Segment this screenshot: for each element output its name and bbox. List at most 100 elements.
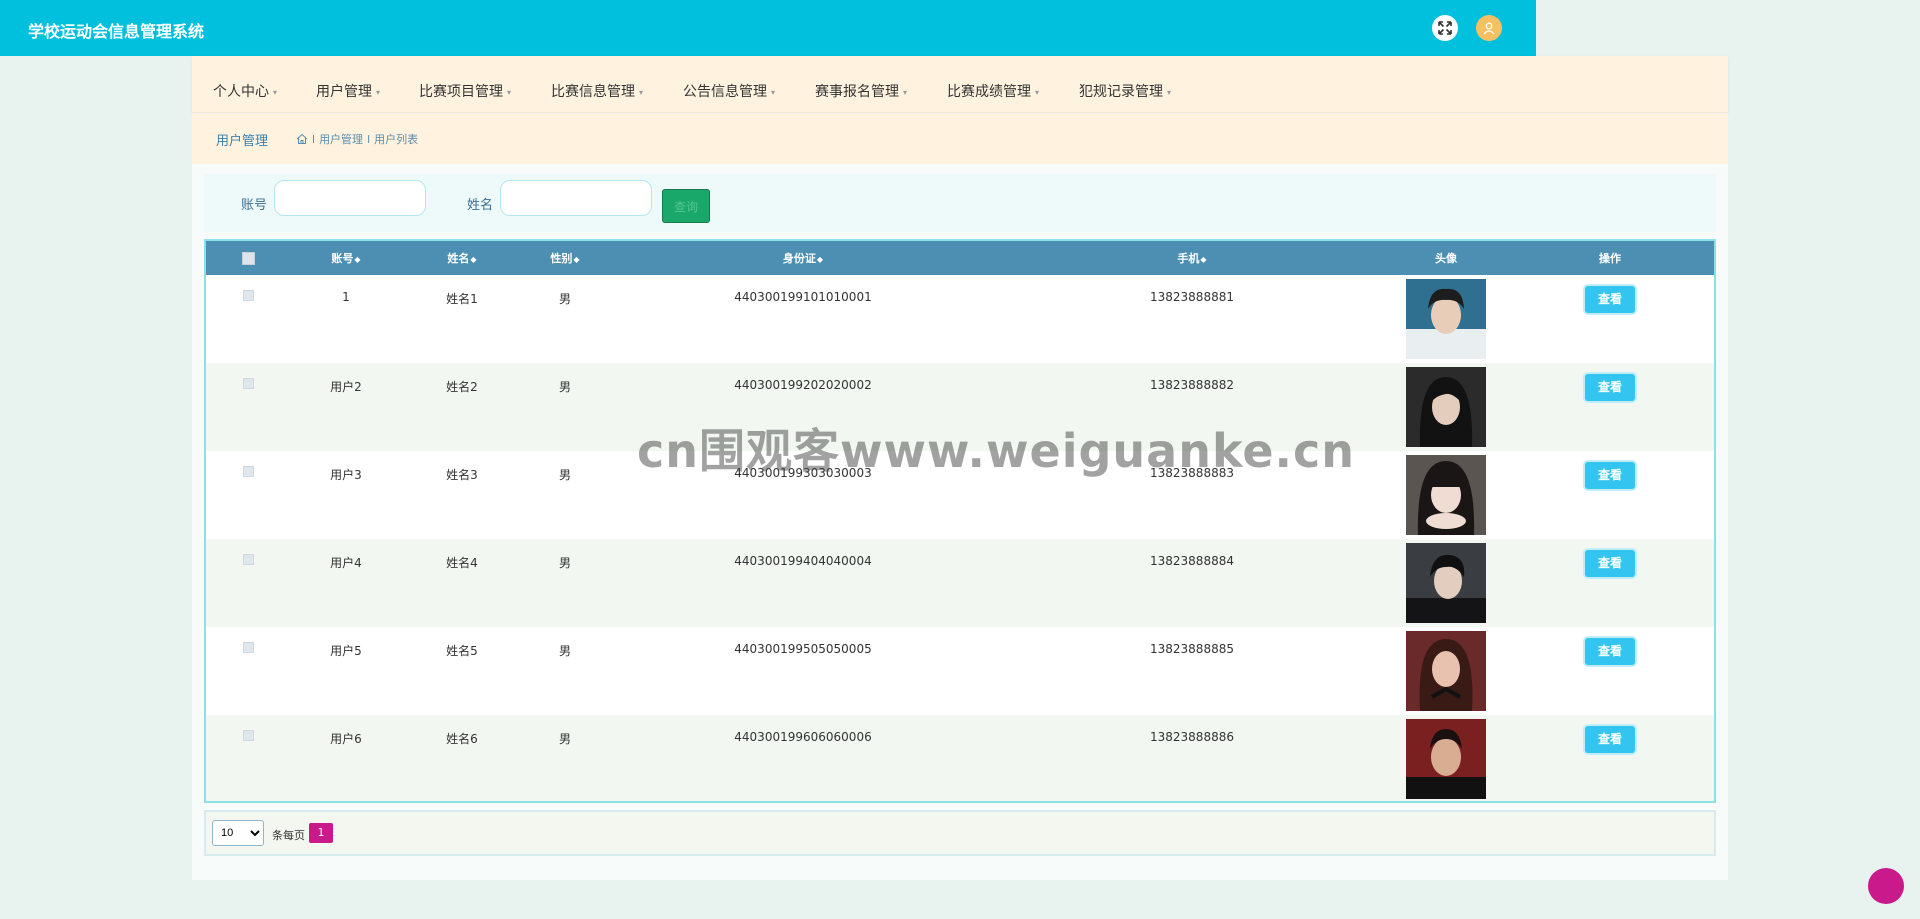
sort-icon: ◆ (354, 255, 361, 264)
cell-account: 用户6 (330, 732, 362, 746)
header-label: 性别 (550, 252, 573, 265)
caret-down-icon: ▾ (771, 87, 776, 97)
table-row: 用户4 姓名4 男 440300199404040004 13823888884… (206, 539, 1714, 627)
header-gender[interactable]: 性别◆ (522, 241, 608, 275)
table-row: 用户6 姓名6 男 440300199606060006 13823888886… (206, 715, 1714, 801)
search-bar: 账号 姓名 查询 (204, 174, 1716, 232)
header-label: 账号 (331, 252, 354, 265)
account-label: 账号 (241, 198, 268, 213)
app-title: 学校运动会信息管理系统 (28, 22, 205, 41)
cell-gender: 男 (558, 732, 571, 746)
search-button[interactable]: 查询 (662, 189, 710, 223)
view-button[interactable]: 查看 (1585, 638, 1635, 665)
nav-item-personal-center[interactable]: 个人中心 ▾ (213, 81, 277, 101)
caret-down-icon: ▾ (903, 87, 908, 97)
user-avatar-image (1406, 543, 1486, 623)
fullscreen-icon (1438, 21, 1452, 35)
cell-gender: 男 (558, 468, 571, 482)
caret-down-icon: ▾ (1167, 87, 1172, 97)
top-bar: 学校运动会信息管理系统 (0, 0, 1536, 56)
cell-gender: 男 (558, 644, 571, 658)
cell-gender: 男 (558, 556, 571, 570)
breadcrumb-bar: 用户管理 l 用户管理 l 用户列表 (192, 114, 1728, 164)
view-button[interactable]: 查看 (1585, 374, 1635, 401)
cell-name: 姓名6 (446, 732, 478, 746)
sort-icon: ◆ (470, 255, 477, 264)
home-icon[interactable] (296, 133, 308, 145)
user-avatar-image (1406, 279, 1486, 359)
nav-label: 赛事报名管理 (815, 84, 899, 100)
breadcrumb-separator: l (367, 132, 371, 146)
row-checkbox[interactable] (242, 554, 254, 565)
nav-item-user-management[interactable]: 用户管理 ▾ (316, 81, 380, 101)
user-avatar-image (1406, 719, 1486, 799)
nav-item-registration-management[interactable]: 赛事报名管理 ▾ (815, 81, 907, 101)
header-id-card[interactable]: 身份证◆ (608, 241, 998, 275)
cell-name: 姓名5 (446, 644, 478, 658)
view-button[interactable]: 查看 (1585, 462, 1635, 489)
cell-gender: 男 (558, 292, 571, 306)
header-name[interactable]: 姓名◆ (402, 241, 522, 275)
cell-id-card: 440300199404040004 (734, 554, 872, 568)
page-size-select[interactable]: 10 (212, 820, 264, 846)
breadcrumb: l 用户管理 l 用户列表 (296, 131, 418, 147)
cell-id-card: 440300199101010001 (734, 290, 872, 304)
header-select-all (206, 241, 290, 275)
cell-phone: 13823888885 (1150, 642, 1234, 656)
nav-item-notice-management[interactable]: 公告信息管理 ▾ (683, 81, 775, 101)
nav-item-match-info-management[interactable]: 比赛信息管理 ▾ (551, 81, 643, 101)
header-label: 身份证 (782, 252, 816, 265)
cell-phone: 13823888881 (1150, 290, 1234, 304)
row-checkbox[interactable] (242, 642, 254, 653)
cell-id-card: 440300199505050005 (734, 642, 872, 656)
header-account[interactable]: 账号◆ (290, 241, 402, 275)
header-action: 操作 (1599, 252, 1621, 265)
caret-down-icon: ▾ (376, 87, 381, 97)
cell-account: 用户2 (330, 380, 362, 394)
cell-account: 1 (342, 290, 350, 304)
user-icon (1483, 22, 1495, 35)
select-all-checkbox[interactable] (241, 251, 255, 265)
header-phone[interactable]: 手机◆ (998, 241, 1386, 275)
main-nav: 个人中心 ▾ 用户管理 ▾ 比赛项目管理 ▾ 比赛信息管理 ▾ 公告信息管理 ▾ 赛事报名… (192, 56, 1728, 113)
user-avatar-button[interactable] (1476, 15, 1502, 41)
nav-item-event-project-management[interactable]: 比赛项目管理 ▾ (419, 81, 511, 101)
cell-phone: 13823888884 (1150, 554, 1234, 568)
row-checkbox[interactable] (242, 290, 254, 301)
header-label: 手机 (1177, 252, 1200, 265)
nav-label: 用户管理 (316, 84, 372, 100)
sort-icon: ◆ (573, 255, 580, 264)
view-button[interactable]: 查看 (1585, 550, 1635, 577)
cell-account: 用户3 (330, 468, 362, 482)
breadcrumb-item: 用户列表 (374, 133, 419, 146)
row-checkbox[interactable] (242, 378, 254, 389)
nav-label: 公告信息管理 (683, 84, 767, 100)
caret-down-icon: ▾ (507, 87, 512, 97)
cell-name: 姓名2 (446, 380, 478, 394)
row-checkbox[interactable] (242, 466, 254, 477)
user-avatar-image (1406, 367, 1486, 447)
nav-label: 比赛信息管理 (551, 84, 635, 100)
cell-id-card: 440300199606060006 (734, 730, 872, 744)
user-table: 账号◆ 姓名◆ 性别◆ 身份证◆ 手机◆ 头像 操作 1 姓名1 男 44030… (204, 239, 1716, 803)
nav-label: 犯规记录管理 (1079, 84, 1163, 100)
account-input[interactable] (274, 180, 426, 216)
breadcrumb-separator: l (312, 132, 316, 146)
sort-icon: ◆ (816, 255, 824, 264)
floating-action-button[interactable] (1868, 868, 1904, 904)
breadcrumb-item[interactable]: 用户管理 (319, 131, 363, 147)
cell-name: 姓名4 (446, 556, 478, 570)
nav-label: 比赛成绩管理 (947, 84, 1031, 100)
row-checkbox[interactable] (242, 730, 254, 741)
view-button[interactable]: 查看 (1585, 286, 1635, 313)
nav-item-score-management[interactable]: 比赛成绩管理 ▾ (947, 81, 1039, 101)
name-input[interactable] (500, 180, 652, 216)
table-row: 用户5 姓名5 男 440300199505050005 13823888885… (206, 627, 1714, 715)
cell-name: 姓名3 (446, 468, 478, 482)
page-number-current[interactable]: 1 (309, 823, 333, 843)
table-header-row: 账号◆ 姓名◆ 性别◆ 身份证◆ 手机◆ 头像 操作 (206, 241, 1714, 275)
view-button[interactable]: 查看 (1585, 726, 1635, 753)
fullscreen-button[interactable] (1432, 15, 1458, 41)
nav-item-foul-record-management[interactable]: 犯规记录管理 ▾ (1079, 81, 1171, 101)
name-label: 姓名 (467, 198, 494, 213)
